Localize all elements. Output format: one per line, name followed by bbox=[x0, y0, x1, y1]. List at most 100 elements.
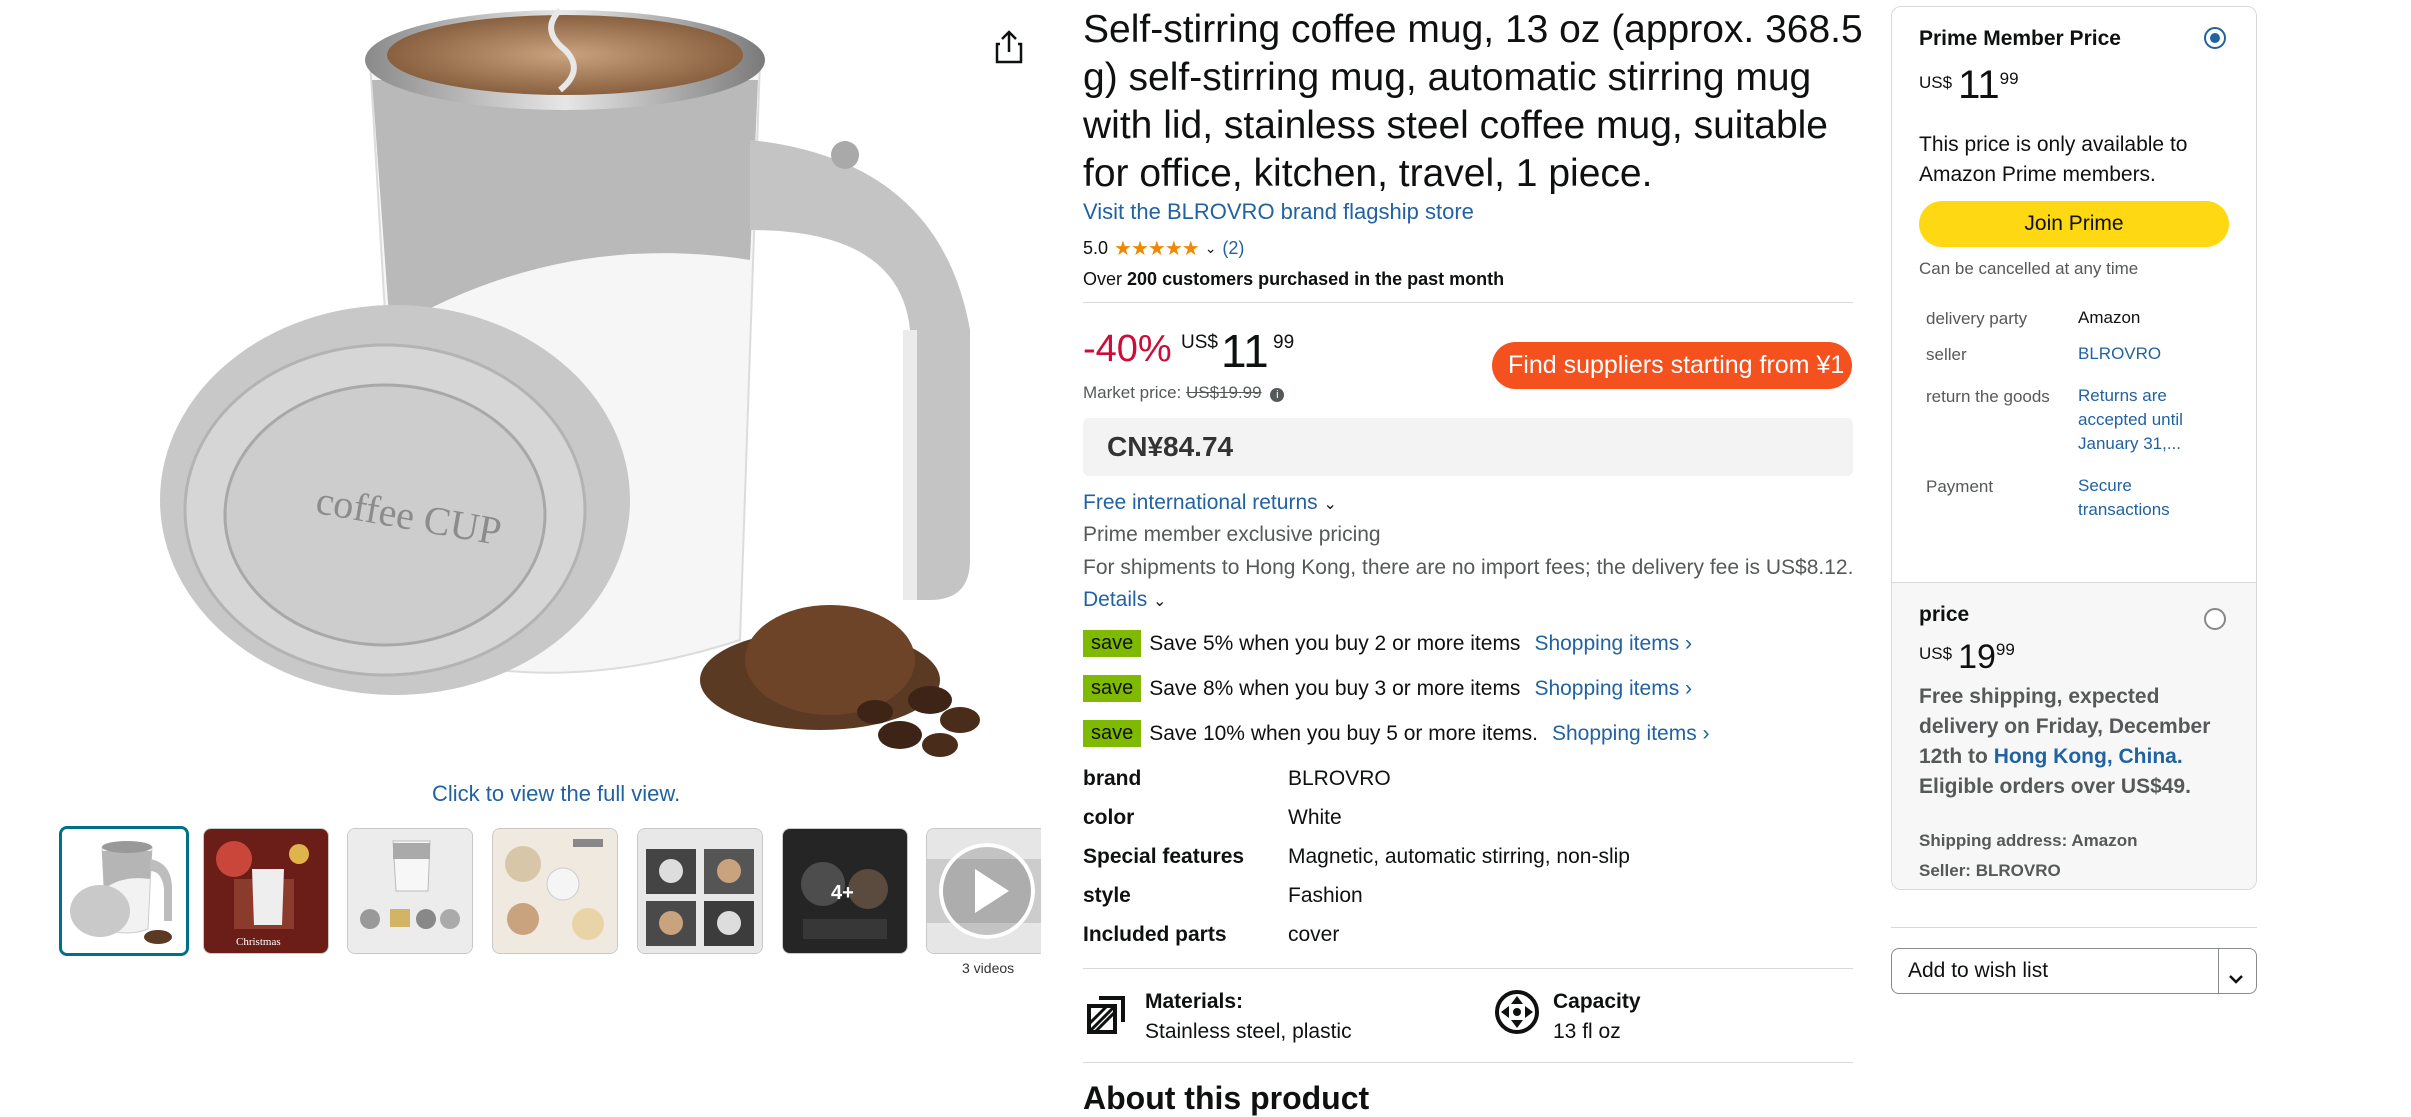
bought-count: 200 customers purchased in the past mont… bbox=[1127, 269, 1505, 289]
purchase-count: Over 200 customers purchased in the past… bbox=[1083, 269, 1504, 290]
divider bbox=[1891, 927, 2257, 928]
rating-value: 5.0 bbox=[1083, 238, 1109, 258]
divider bbox=[1083, 1062, 1853, 1063]
share-icon[interactable] bbox=[994, 30, 1024, 64]
secure-transactions-link[interactable]: Secure transactions bbox=[2078, 474, 2228, 522]
save-badge: save bbox=[1083, 675, 1142, 702]
spec-value: Fashion bbox=[1288, 884, 1363, 907]
thumbnail-6[interactable]: 4+ bbox=[782, 828, 908, 954]
join-prime-button[interactable]: Join Prime bbox=[1919, 201, 2229, 247]
spec-value: cover bbox=[1288, 923, 1340, 946]
info-label: seller bbox=[1926, 345, 1967, 364]
chevron-down-icon[interactable]: ⌄ bbox=[1205, 240, 1217, 257]
thumbnail-2[interactable]: Christmas bbox=[203, 828, 329, 954]
shipping-address: Shipping address: Amazon bbox=[1919, 831, 2138, 850]
prime-price-fraction: 99 bbox=[1999, 69, 2019, 88]
star-rating-icon[interactable]: ★★★★★ bbox=[1114, 236, 1200, 261]
feature-value: Stainless steel, plastic bbox=[1145, 1020, 1352, 1043]
review-count-link[interactable]: (2) bbox=[1222, 238, 1244, 259]
price-whole: 11 bbox=[1221, 325, 1269, 377]
details-link[interactable]: Details bbox=[1083, 588, 1147, 611]
thumbnail-4[interactable] bbox=[492, 828, 618, 954]
thumbnail-3[interactable] bbox=[347, 828, 473, 954]
bought-prefix: Over bbox=[1083, 269, 1123, 289]
spec-value: Magnetic, automatic stirring, non-slip bbox=[1288, 845, 1630, 868]
shipping-note-text: For shipments to Hong Kong, there are no… bbox=[1083, 556, 1854, 579]
info-label: delivery party bbox=[1926, 309, 2028, 328]
info-label: return the goods bbox=[1926, 387, 2050, 406]
regular-price-option[interactable]: price US$ 19 99 Free shipping, expected … bbox=[1892, 582, 2256, 889]
chevron-down-icon[interactable]: ⌄ bbox=[1153, 593, 1166, 610]
price-fraction: 99 bbox=[1273, 332, 1295, 353]
save-offer-row: save Save 8% when you buy 3 or more item… bbox=[1083, 675, 1692, 702]
spec-label: brand bbox=[1083, 767, 1142, 790]
prime-price-option[interactable]: Prime Member Price US$ 11 99 This price … bbox=[1892, 7, 2256, 582]
spec-label: Included parts bbox=[1083, 923, 1227, 946]
chevron-down-icon[interactable]: ⌄ bbox=[1323, 496, 1336, 513]
price-heading: price bbox=[1919, 603, 1970, 626]
seller-link[interactable]: BLROVRO bbox=[2078, 342, 2228, 366]
divider bbox=[2218, 949, 2219, 993]
prime-price-radio[interactable] bbox=[2204, 27, 2226, 49]
regular-price-currency: US$ bbox=[1919, 644, 1953, 663]
thumbnail-5[interactable] bbox=[637, 828, 763, 954]
video-thumbnail[interactable] bbox=[926, 828, 1041, 954]
info-value: Amazon bbox=[2078, 308, 2141, 327]
save-offer-text: Save 8% when you buy 3 or more items bbox=[1149, 676, 1521, 700]
videos-count: 3 videos bbox=[962, 960, 1015, 976]
market-price: Market price: US$19.99 i bbox=[1083, 383, 1285, 403]
save-offer-text: Save 5% when you buy 2 or more items bbox=[1149, 631, 1521, 655]
regular-price-radio[interactable] bbox=[2204, 608, 2226, 630]
prime-price-whole: 11 bbox=[1958, 63, 2000, 107]
info-label: Payment bbox=[1926, 477, 1994, 496]
market-price-value: US$19.99 bbox=[1185, 383, 1262, 402]
brand-store-link[interactable]: Visit the BLROVRO brand flagship store bbox=[1083, 199, 1474, 225]
delivery-location-link[interactable]: Hong Kong, China. bbox=[1994, 745, 2183, 768]
cny-price: CN¥84.74 bbox=[1083, 418, 1853, 476]
wish-list-label[interactable]: Add to wish list bbox=[1908, 949, 2048, 993]
regular-price: US$ 19 99 bbox=[1919, 636, 2015, 674]
buy-box: Prime Member Price US$ 11 99 This price … bbox=[1891, 6, 2257, 890]
shopping-items-link[interactable]: Shopping items › bbox=[1534, 632, 1692, 656]
click-full-view-link[interactable]: Click to view the full view. bbox=[432, 781, 680, 807]
chevron-down-icon[interactable] bbox=[2226, 961, 2246, 1005]
thumbnail-caption-christmas: Christmas bbox=[236, 936, 281, 948]
feature-title: Capacity bbox=[1553, 990, 1641, 1013]
product-title: Self-stirring coffee mug, 13 oz (approx.… bbox=[1083, 8, 1863, 195]
spec-label: color bbox=[1083, 806, 1135, 829]
shopping-items-link[interactable]: Shopping items › bbox=[1552, 722, 1710, 746]
prime-exclusive-text: Prime member exclusive pricing bbox=[1083, 523, 1381, 546]
free-returns-label[interactable]: Free international returns bbox=[1083, 491, 1318, 514]
save-offer-row: save Save 5% when you buy 2 or more item… bbox=[1083, 630, 1692, 657]
capacity-icon bbox=[1493, 988, 1541, 1036]
free-returns-link[interactable]: Free international returns ⌄ bbox=[1083, 491, 1337, 515]
shopping-items-link[interactable]: Shopping items › bbox=[1534, 677, 1692, 701]
save-badge: save bbox=[1083, 720, 1142, 747]
returns-policy-link[interactable]: Returns are accepted until January 31,..… bbox=[2078, 384, 2228, 456]
market-price-label: Market price: bbox=[1083, 383, 1182, 402]
seller-line: Seller: BLROVRO bbox=[1919, 861, 2061, 880]
divider bbox=[1083, 968, 1853, 969]
feature-value: 13 fl oz bbox=[1553, 1020, 1621, 1043]
regular-price-fraction: 99 bbox=[1995, 640, 2015, 659]
prime-price: US$ 11 99 bbox=[1919, 65, 2019, 105]
delivery-info: Free shipping, expected delivery on Frid… bbox=[1919, 682, 2239, 802]
prime-note: This price is only available to Amazon P… bbox=[1919, 133, 2188, 186]
feature-title: Materials: bbox=[1145, 990, 1244, 1013]
cancel-note: Can be cancelled at any time bbox=[1919, 259, 2139, 278]
prime-price-currency: US$ bbox=[1919, 73, 1953, 92]
spec-value: White bbox=[1288, 806, 1342, 829]
spec-label: style bbox=[1083, 884, 1131, 907]
prime-price-heading: Prime Member Price bbox=[1919, 27, 2121, 50]
rating-summary[interactable]: 5.0 ★★★★★ ⌄ (2) bbox=[1083, 236, 1244, 261]
info-icon[interactable]: i bbox=[1270, 388, 1285, 402]
add-to-wish-list-button[interactable]: Add to wish list bbox=[1891, 948, 2257, 994]
price-currency: US$ bbox=[1181, 332, 1218, 353]
main-product-image[interactable]: coffee CUP bbox=[140, 0, 985, 770]
regular-price-whole: 19 bbox=[1958, 638, 1996, 676]
spec-label: Special features bbox=[1083, 845, 1245, 868]
find-suppliers-button[interactable]: Find suppliers starting from ¥1 bbox=[1492, 342, 1852, 389]
thumbnail-1[interactable] bbox=[59, 826, 189, 956]
spec-value: BLROVRO bbox=[1288, 767, 1391, 790]
shipping-note: For shipments to Hong Kong, there are no… bbox=[1083, 552, 1863, 618]
